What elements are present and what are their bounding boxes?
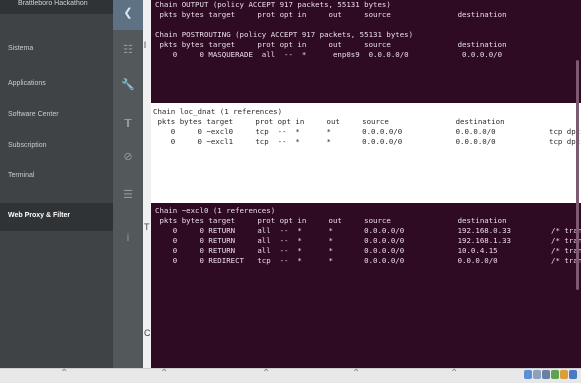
filter-icon[interactable]: 𝗧 [120,117,136,130]
chevron-down-icon[interactable]: ⌃ [352,368,360,379]
list-icon[interactable]: ☰ [120,188,136,201]
sidebar-item-web-proxy[interactable]: Web Proxy & Filter [8,212,70,219]
back-chevron-icon[interactable]: ❮ [120,6,136,19]
info-icon[interactable]: i [120,232,136,244]
network-icon[interactable] [524,370,532,379]
icon-strip: ❮ ☷ 🔧 𝗧 ⊘ ☰ i [113,0,143,368]
vm-tray [524,370,577,381]
display-icon[interactable] [542,370,550,379]
background-panel [143,0,151,368]
terminal-output-bottom: Chain ~excl0 (1 references) pkts bytes t… [155,206,581,266]
terminal-output-highlighted: Chain loc_dnat (1 references) pkts bytes… [153,107,581,147]
background-text: C [144,328,151,338]
grid-icon[interactable]: ☷ [120,43,136,56]
sidebar-item-subscription[interactable]: Subscription [8,142,47,149]
sidebar-item-software-center[interactable]: Software Center [8,111,59,118]
sidebar-item-terminal[interactable]: Terminal [8,172,34,179]
sidebar-item-sistema[interactable]: Sistema [8,45,33,52]
block-icon[interactable]: ⊘ [120,150,136,163]
sidebar-item-applications[interactable]: Applications [8,80,46,87]
selected-output-region: Chain loc_dnat (1 references) pkts bytes… [151,103,581,203]
background-text: l [144,40,146,50]
sidebar-header-label: Brattleboro Hackathon [18,0,88,7]
background-text: T [144,222,150,232]
terminal-window[interactable]: Chain OUTPUT (policy ACCEPT 917 packets,… [151,0,581,368]
sidebar: Brattleboro Hackathon Sistema Applicatio… [0,0,113,368]
sidebar-header: Brattleboro Hackathon [0,0,113,14]
chevron-down-icon[interactable]: ⌃ [60,368,68,379]
back-button[interactable]: ❮ [113,0,143,30]
terminal-output-top: Chain OUTPUT (policy ACCEPT 917 packets,… [155,0,507,60]
audio-icon[interactable] [551,370,559,379]
usb-icon[interactable] [533,370,541,379]
chevron-down-icon[interactable]: ⌃ [160,368,168,379]
terminal-scrollbar[interactable] [576,60,579,290]
host-status-bar: ⌃ ⌃ ⌃ ⌃ ⌃ [0,368,581,383]
chevron-down-icon[interactable]: ⌃ [450,368,458,379]
folder-icon[interactable] [560,370,568,379]
chevron-down-icon[interactable]: ⌃ [262,368,270,379]
keyboard-icon[interactable] [569,370,577,379]
wrench-icon[interactable]: 🔧 [120,78,136,91]
